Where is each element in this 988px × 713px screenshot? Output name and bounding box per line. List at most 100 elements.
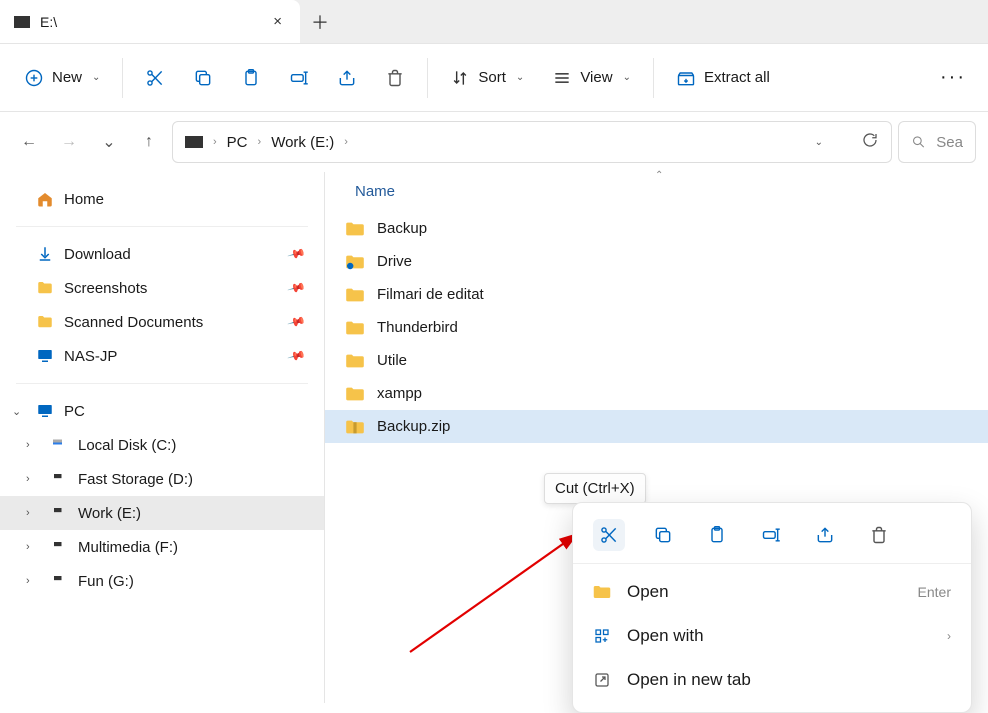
nav-local-disk-c[interactable]: › Local Disk (C:) (0, 428, 324, 462)
rename-icon (761, 525, 781, 545)
drive-icon (14, 16, 30, 28)
column-label: Name (355, 183, 395, 200)
sort-button[interactable]: Sort ⌄ (438, 60, 536, 96)
download-icon (36, 245, 54, 263)
address-bar[interactable]: › PC › Work (E:) › ⌄ (172, 121, 892, 163)
nav-work-e[interactable]: › Work (E:) (0, 496, 324, 530)
search-box[interactable]: Sea (898, 121, 976, 163)
ctx-cut-button[interactable] (593, 519, 625, 551)
add-tab-button[interactable]: ＋ (300, 0, 340, 43)
file-name: Drive (377, 253, 412, 270)
chevron-right-icon[interactable]: › (26, 507, 30, 519)
chevron-right-icon[interactable]: › (26, 541, 30, 553)
copy-icon (193, 68, 213, 88)
nav-fast-storage-d[interactable]: › Fast Storage (D:) (0, 462, 324, 496)
nav-scanned-documents[interactable]: Scanned Documents 📌 (0, 305, 324, 339)
chevron-right-icon[interactable]: › (26, 575, 30, 587)
breadcrumb-work[interactable]: Work (E:) (271, 134, 334, 151)
close-icon[interactable]: × (269, 13, 286, 30)
nav-nas-jp[interactable]: NAS-JP 📌 (0, 339, 324, 373)
more-button[interactable]: ··· (930, 66, 976, 89)
nav-pc[interactable]: ⌄ PC (0, 394, 324, 428)
ctx-copy-button[interactable] (647, 519, 679, 551)
view-label: View (580, 69, 612, 86)
extract-all-button[interactable]: Extract all (664, 60, 782, 96)
nav-label: Fun (G:) (78, 573, 134, 590)
forward-button[interactable]: → (52, 125, 86, 159)
trash-icon (385, 68, 405, 88)
ctx-share-button[interactable] (809, 519, 841, 551)
nav-multimedia-f[interactable]: › Multimedia (F:) (0, 530, 324, 564)
context-action-row (573, 513, 971, 564)
folder-icon (345, 320, 365, 336)
chevron-right-icon[interactable]: › (26, 473, 30, 485)
cut-button[interactable] (133, 60, 177, 96)
ctx-open-new-tab[interactable]: Open in new tab (573, 658, 971, 702)
rename-icon (289, 68, 309, 88)
file-row[interactable]: xampp (325, 377, 988, 410)
file-row[interactable]: Thunderbird (325, 311, 988, 344)
up-button[interactable]: ↑ (132, 125, 166, 159)
folder-icon (36, 313, 54, 331)
nav-label: Download (64, 246, 131, 263)
ctx-label: Open (627, 582, 902, 602)
history-button[interactable]: ⌄ (92, 125, 126, 159)
view-button[interactable]: View ⌄ (540, 60, 643, 96)
file-row[interactable]: Utile (325, 344, 988, 377)
chevron-right-icon[interactable]: › (26, 439, 30, 451)
tab-title: E:\ (40, 14, 259, 30)
nav-screenshots[interactable]: Screenshots 📌 (0, 271, 324, 305)
folder-icon (345, 386, 365, 402)
nav-label: Home (64, 191, 104, 208)
nav-label: Local Disk (C:) (78, 437, 176, 454)
pin-icon: 📌 (287, 312, 307, 332)
sort-label: Sort (478, 69, 506, 86)
separator (653, 58, 654, 98)
file-name: Thunderbird (377, 319, 458, 336)
tooltip-text: Cut (Ctrl+X) (555, 480, 635, 497)
ctx-delete-button[interactable] (863, 519, 895, 551)
pin-icon: 📌 (287, 346, 307, 366)
chevron-down-icon[interactable]: ⌄ (12, 405, 21, 418)
file-row[interactable]: Drive (325, 245, 988, 278)
monitor-icon (36, 347, 54, 365)
file-row-selected[interactable]: Backup.zip (325, 410, 988, 443)
trash-icon (869, 525, 889, 545)
folder-icon (345, 353, 365, 369)
folder-icon (345, 221, 365, 237)
new-button[interactable]: New ⌄ (12, 60, 112, 96)
clipboard-icon (241, 68, 261, 88)
copy-button[interactable] (181, 60, 225, 96)
ctx-paste-button[interactable] (701, 519, 733, 551)
paste-button[interactable] (229, 60, 273, 96)
ctx-rename-button[interactable] (755, 519, 787, 551)
breadcrumb-pc[interactable]: PC (227, 134, 248, 151)
ctx-open[interactable]: Open Enter (573, 570, 971, 614)
nav-label: NAS-JP (64, 348, 117, 365)
ctx-open-with[interactable]: Open with › (573, 614, 971, 658)
nav-label: Fast Storage (D:) (78, 471, 193, 488)
refresh-button[interactable] (861, 131, 879, 153)
share-button[interactable] (325, 60, 369, 96)
file-row[interactable]: Backup (325, 212, 988, 245)
nav-label: Screenshots (64, 280, 147, 297)
rename-button[interactable] (277, 60, 321, 96)
tab-active[interactable]: E:\ × (0, 0, 300, 43)
delete-button[interactable] (373, 60, 417, 96)
nav-download[interactable]: Download 📌 (0, 237, 324, 271)
chevron-right-icon: › (213, 136, 217, 148)
context-menu: Open Enter Open with › Open in new tab (572, 502, 972, 713)
folder-icon (593, 583, 611, 601)
disk-icon (50, 504, 68, 522)
separator (16, 383, 308, 384)
nav-label: Work (E:) (78, 505, 141, 522)
column-header-name[interactable]: Name ⌃ (325, 172, 988, 212)
nav-label: PC (64, 403, 85, 420)
back-button[interactable]: ← (12, 125, 46, 159)
chevron-down-icon[interactable]: ⌄ (815, 137, 823, 148)
share-icon (337, 68, 357, 88)
nav-fun-g[interactable]: › Fun (G:) (0, 564, 324, 598)
file-row[interactable]: Filmari de editat (325, 278, 988, 311)
nav-home[interactable]: Home (0, 182, 324, 216)
pin-icon: 📌 (287, 278, 307, 298)
